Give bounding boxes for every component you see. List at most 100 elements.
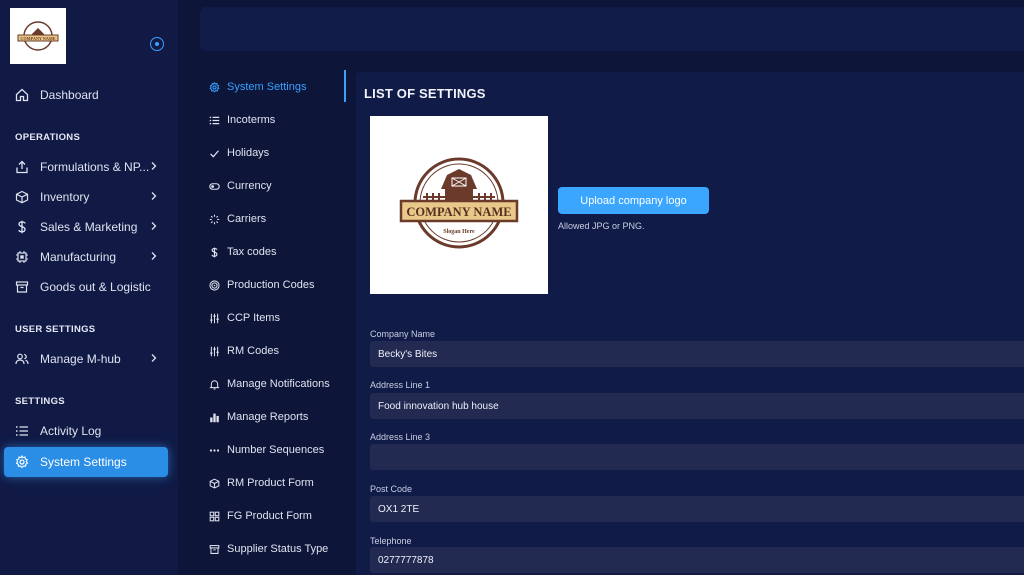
sidebar-item-goods-out[interactable]: Goods out & Logistic bbox=[4, 272, 168, 302]
sidebar: COMPANY NAME Dashboard OPERATIONS Formul… bbox=[0, 0, 178, 575]
settings-item-system-settings[interactable]: System Settings bbox=[208, 77, 306, 97]
settings-item-manage-notifications[interactable]: Manage Notifications bbox=[208, 374, 330, 394]
settings-item-label: RM Product Form bbox=[227, 477, 314, 489]
sidebar-item-activity-log[interactable]: Activity Log bbox=[4, 416, 168, 446]
settings-item-holidays[interactable]: Holidays bbox=[208, 143, 269, 163]
home-icon bbox=[14, 87, 30, 103]
telephone-field[interactable]: 0277777878 bbox=[370, 547, 1024, 573]
share-up-icon bbox=[14, 159, 30, 175]
sliders-icon bbox=[208, 312, 220, 324]
settings-item-supplier-status-type[interactable]: Supplier Status Type bbox=[208, 539, 328, 559]
company-logo-thumbnail[interactable]: COMPANY NAME bbox=[10, 8, 66, 64]
list-icon bbox=[14, 423, 30, 439]
settings-item-manage-reports[interactable]: Manage Reports bbox=[208, 407, 308, 427]
upload-logo-button[interactable]: Upload company logo bbox=[558, 187, 709, 214]
barn-logo-icon: COMPANY NAME bbox=[17, 21, 59, 51]
cube-icon bbox=[14, 189, 30, 205]
sidebar-item-label: System Settings bbox=[40, 455, 127, 469]
sidebar-item-label: Manufacturing bbox=[40, 250, 117, 264]
settings-item-label: Carriers bbox=[227, 213, 267, 225]
settings-item-label: Number Sequences bbox=[227, 444, 325, 456]
settings-item-number-sequences[interactable]: Number Sequences bbox=[208, 440, 324, 460]
sidebar-item-manufacturing[interactable]: Manufacturing bbox=[4, 242, 168, 272]
check-icon bbox=[208, 147, 220, 159]
section-label-user-settings: USER SETTINGS bbox=[15, 324, 96, 335]
sidebar-item-inventory[interactable]: Inventory bbox=[4, 182, 168, 212]
settings-item-incoterms[interactable]: Incoterms bbox=[208, 110, 275, 130]
company-name-label: Company Name bbox=[370, 329, 436, 339]
settings-item-label: CCP Items bbox=[227, 312, 280, 324]
chevron-right-icon bbox=[151, 354, 157, 362]
post-code-field[interactable]: OX1 2TE bbox=[370, 496, 1024, 522]
archive-icon bbox=[14, 279, 30, 295]
settings-panel: LIST OF SETTINGS COMPANY NAME Slogan Her… bbox=[356, 72, 1024, 575]
top-bar bbox=[200, 7, 1024, 51]
sidebar-item-system-settings[interactable]: System Settings bbox=[4, 447, 168, 477]
address-line-1-label: Address Line 1 bbox=[370, 380, 431, 390]
sidebar-item-formulations[interactable]: Formulations & NP... bbox=[4, 152, 168, 182]
settings-item-fg-product-form[interactable]: FG Product Form bbox=[208, 506, 312, 526]
sidebar-item-label: Sales & Marketing bbox=[40, 220, 138, 234]
settings-item-label: Currency bbox=[227, 180, 272, 192]
telephone-label: Telephone bbox=[370, 536, 412, 546]
sidebar-item-label: Manage M-hub bbox=[40, 352, 121, 366]
settings-item-ccp-items[interactable]: CCP Items bbox=[208, 308, 280, 328]
address-line-1-field[interactable]: Food innovation hub house bbox=[370, 393, 1024, 419]
sidebar-item-label: Goods out & Logistic bbox=[40, 280, 151, 294]
chevron-right-icon bbox=[151, 252, 157, 260]
sidebar-toggle-icon[interactable] bbox=[150, 37, 164, 51]
settings-item-label: Production Codes bbox=[227, 279, 315, 291]
chevron-right-icon bbox=[151, 192, 157, 200]
sidebar-item-label: Inventory bbox=[40, 190, 90, 204]
cube-icon bbox=[208, 477, 220, 489]
sidebar-item-dashboard[interactable]: Dashboard bbox=[4, 80, 168, 110]
chevron-right-icon bbox=[151, 222, 157, 230]
settings-item-production-codes[interactable]: Production Codes bbox=[208, 275, 314, 295]
gear-icon bbox=[208, 81, 220, 93]
settings-item-label: Manage Notifications bbox=[227, 378, 330, 390]
section-label-settings: SETTINGS bbox=[15, 396, 65, 407]
bar-chart-icon bbox=[208, 411, 220, 423]
settings-item-label: RM Codes bbox=[227, 345, 279, 357]
grid-icon bbox=[208, 510, 220, 522]
bell-icon bbox=[208, 378, 220, 390]
settings-item-currency[interactable]: Currency bbox=[208, 176, 272, 196]
settings-item-label: Holidays bbox=[227, 147, 270, 159]
settings-item-label: Incoterms bbox=[227, 114, 276, 126]
settings-item-label: Manage Reports bbox=[227, 411, 309, 423]
active-indicator bbox=[344, 70, 346, 102]
settings-item-carriers[interactable]: Carriers bbox=[208, 209, 266, 229]
target-icon bbox=[208, 279, 220, 291]
dollar-icon bbox=[208, 246, 220, 258]
sidebar-item-sales-marketing[interactable]: Sales & Marketing bbox=[4, 212, 168, 242]
loader-icon bbox=[208, 213, 220, 225]
sidebar-logo-text: COMPANY NAME bbox=[20, 36, 55, 41]
cpu-icon bbox=[14, 249, 30, 265]
address-line-3-label: Address Line 3 bbox=[370, 432, 431, 442]
settings-item-label: Supplier Status Type bbox=[227, 543, 329, 555]
company-name-field[interactable]: Becky's Bites bbox=[370, 341, 1024, 367]
sidebar-item-label: Formulations & NP... bbox=[40, 160, 150, 174]
address-line-3-field[interactable] bbox=[370, 444, 1024, 470]
toggle-icon bbox=[208, 180, 220, 192]
users-icon bbox=[14, 351, 30, 367]
dollar-icon bbox=[14, 219, 30, 235]
company-logo-preview: COMPANY NAME Slogan Here bbox=[370, 116, 548, 294]
chevron-right-icon bbox=[151, 162, 157, 170]
section-label-operations: OPERATIONS bbox=[15, 132, 81, 143]
gear-icon bbox=[14, 454, 30, 470]
settings-item-label: Tax codes bbox=[227, 246, 277, 258]
settings-menu: System Settings Incoterms Holidays Curre… bbox=[184, 70, 348, 575]
company-logo-image: COMPANY NAME Slogan Here bbox=[399, 157, 519, 249]
settings-item-label: FG Product Form bbox=[227, 510, 312, 522]
upload-hint: Allowed JPG or PNG. bbox=[558, 221, 645, 231]
sidebar-item-label: Dashboard bbox=[40, 88, 99, 102]
settings-item-label: System Settings bbox=[227, 81, 307, 93]
settings-item-rm-product-form[interactable]: RM Product Form bbox=[208, 473, 314, 493]
settings-item-tax-codes[interactable]: Tax codes bbox=[208, 242, 277, 262]
sidebar-item-label: Activity Log bbox=[40, 424, 102, 438]
sliders-icon bbox=[208, 345, 220, 357]
post-code-label: Post Code bbox=[370, 484, 413, 494]
settings-item-rm-codes[interactable]: RM Codes bbox=[208, 341, 279, 361]
sidebar-item-manage-mhub[interactable]: Manage M-hub bbox=[4, 344, 168, 374]
